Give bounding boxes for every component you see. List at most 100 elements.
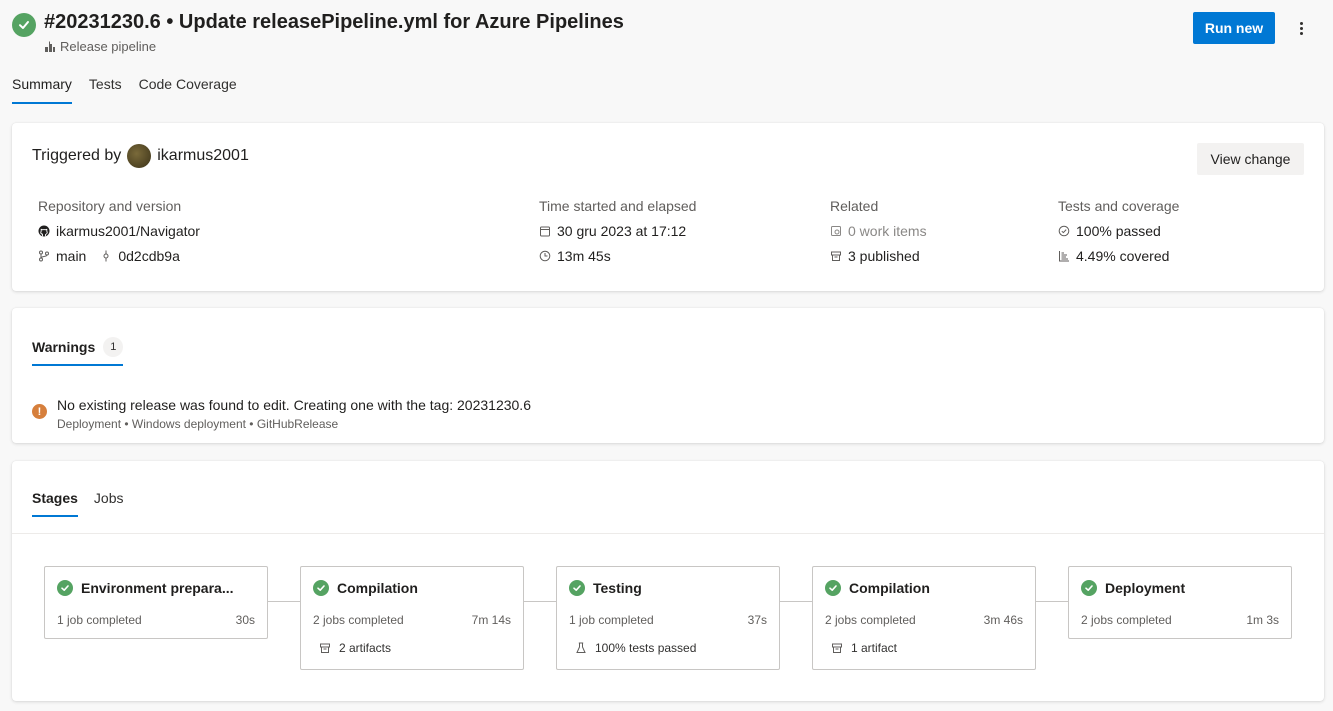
stage-card-compilation-1[interactable]: Compilation 2 jobs completed 7m 14s 2 ar… xyxy=(300,566,524,670)
stage-name: Compilation xyxy=(849,580,930,596)
triggered-by-label: Triggered by xyxy=(32,147,122,164)
success-check-icon xyxy=(57,580,73,596)
warning-icon: ! xyxy=(32,404,47,419)
stages-card: Stages Jobs Environment prepara... 1 job… xyxy=(12,461,1324,701)
page-title: #20231230.6 • Update releasePipeline.yml… xyxy=(44,11,624,33)
pipeline-icon xyxy=(44,41,56,53)
stage-jobs: 2 jobs completed xyxy=(1081,613,1172,627)
stage-tabs: Stages Jobs xyxy=(32,490,140,517)
branch-name[interactable]: main xyxy=(56,248,86,264)
success-check-icon xyxy=(313,580,329,596)
tab-stages[interactable]: Stages xyxy=(32,490,78,517)
tests-label: Tests and coverage xyxy=(1058,198,1180,214)
elapsed-time: 13m 45s xyxy=(557,248,611,264)
github-icon xyxy=(38,225,50,237)
clock-icon xyxy=(539,250,551,262)
published-row: 3 published xyxy=(830,248,927,264)
tests-column: Tests and coverage 100% passed 4.49% cov… xyxy=(1058,198,1179,273)
repo-label: Repository and version xyxy=(38,198,182,214)
started-time: 30 gru 2023 at 17:12 xyxy=(557,223,687,239)
tests-passed-row: 100% passed xyxy=(1058,223,1179,239)
tab-warnings[interactable]: Warnings 1 xyxy=(32,337,124,366)
warning-source[interactable]: Deployment • Windows deployment • GitHub… xyxy=(57,417,338,431)
warnings-count-badge: 1 xyxy=(103,337,124,357)
artifact-icon xyxy=(830,250,842,262)
stage-connector xyxy=(780,601,812,602)
success-check-icon xyxy=(1081,580,1097,596)
stage-name: Testing xyxy=(593,580,642,596)
success-check-icon xyxy=(825,580,841,596)
stage-header: Environment prepara... xyxy=(57,580,233,596)
time-label: Time started and elapsed xyxy=(539,198,697,214)
tab-tests[interactable]: Tests xyxy=(89,76,122,104)
test-pass-icon xyxy=(1058,225,1070,237)
page-header: #20231230.6 • Update releasePipeline.yml… xyxy=(0,0,1333,110)
stage-jobs: 1 job completed xyxy=(569,613,654,627)
stage-card-deployment[interactable]: Deployment 2 jobs completed 1m 3s xyxy=(1068,566,1292,639)
calendar-icon xyxy=(539,225,551,237)
summary-card: Triggered by ikarmus2001 View change Rep… xyxy=(12,123,1324,291)
more-options-icon[interactable] xyxy=(1292,16,1310,40)
commit-icon xyxy=(100,250,112,262)
stage-connector xyxy=(524,601,556,602)
trigger-user[interactable]: ikarmus2001 xyxy=(157,147,249,165)
stage-card-compilation-2[interactable]: Compilation 2 jobs completed 3m 46s 1 ar… xyxy=(812,566,1036,670)
started-row: 30 gru 2023 at 17:12 xyxy=(539,223,696,239)
stage-duration: 7m 14s xyxy=(471,613,511,627)
stage-jobs: 2 jobs completed xyxy=(825,613,916,627)
stage-name: Environment prepara... xyxy=(81,580,234,596)
divider xyxy=(12,533,1324,534)
stage-duration: 37s xyxy=(747,613,767,627)
stage-card-testing[interactable]: Testing 1 job completed 37s 100% tests p… xyxy=(556,566,780,670)
triggered-by: Triggered by ikarmus2001 xyxy=(32,144,249,168)
stage-header: Testing xyxy=(569,580,642,596)
view-change-button[interactable]: View change xyxy=(1197,143,1304,175)
work-items-row: 0 work items xyxy=(830,223,927,239)
repo-column: Repository and version ikarmus2001/Navig… xyxy=(38,198,200,273)
tab-code-coverage[interactable]: Code Coverage xyxy=(139,76,237,104)
tests-passed[interactable]: 100% passed xyxy=(1076,223,1161,239)
stage-duration: 30s xyxy=(235,613,255,627)
related-label: Related xyxy=(830,198,879,214)
pipeline-link[interactable]: Release pipeline xyxy=(44,39,156,54)
stage-artifacts: 1 artifact xyxy=(851,641,898,655)
stage-duration: 1m 3s xyxy=(1246,613,1279,627)
stage-header: Compilation xyxy=(825,580,930,596)
branch-icon xyxy=(38,250,50,262)
work-item-icon xyxy=(830,225,842,237)
stage-card-environment-preparation[interactable]: Environment prepara... 1 job completed 3… xyxy=(44,566,268,639)
stage-jobs: 2 jobs completed xyxy=(313,613,404,627)
elapsed-row: 13m 45s xyxy=(539,248,696,264)
avatar xyxy=(127,144,152,168)
repo-name[interactable]: ikarmus2001/Navigator xyxy=(56,223,200,239)
artifact-icon xyxy=(319,642,331,654)
coverage-value[interactable]: 4.49% covered xyxy=(1076,248,1169,264)
stage-connector xyxy=(1036,601,1068,602)
stage-artifacts-link[interactable]: 2 artifacts xyxy=(319,641,391,655)
repo-row: ikarmus2001/Navigator xyxy=(38,223,200,239)
run-new-button[interactable]: Run new xyxy=(1193,12,1275,44)
stage-connector xyxy=(268,601,300,602)
success-check-icon xyxy=(12,13,36,37)
stage-jobs: 1 job completed xyxy=(57,613,142,627)
stage-artifacts: 2 artifacts xyxy=(339,641,392,655)
warnings-tab-label: Warnings xyxy=(32,339,96,355)
work-items-count: 0 work items xyxy=(848,223,927,239)
stage-duration: 3m 46s xyxy=(983,613,1023,627)
stage-tests-link[interactable]: 100% tests passed xyxy=(575,641,696,655)
stage-header: Compilation xyxy=(313,580,418,596)
pipeline-name[interactable]: Release pipeline xyxy=(60,39,156,54)
time-column: Time started and elapsed 30 gru 2023 at … xyxy=(539,198,696,273)
flask-icon xyxy=(575,642,587,654)
page-tabs: Summary Tests Code Coverage xyxy=(12,76,254,104)
stage-artifacts-link[interactable]: 1 artifact xyxy=(831,641,897,655)
coverage-icon xyxy=(1058,250,1070,262)
published-count[interactable]: 3 published xyxy=(848,248,920,264)
tab-summary[interactable]: Summary xyxy=(12,76,72,104)
warnings-card: Warnings 1 ! No existing release was fou… xyxy=(12,308,1324,443)
success-check-icon xyxy=(569,580,585,596)
commit-hash[interactable]: 0d2cdb9a xyxy=(118,248,180,264)
stage-header: Deployment xyxy=(1081,580,1185,596)
tab-jobs[interactable]: Jobs xyxy=(94,490,124,517)
stage-name: Deployment xyxy=(1105,580,1186,596)
